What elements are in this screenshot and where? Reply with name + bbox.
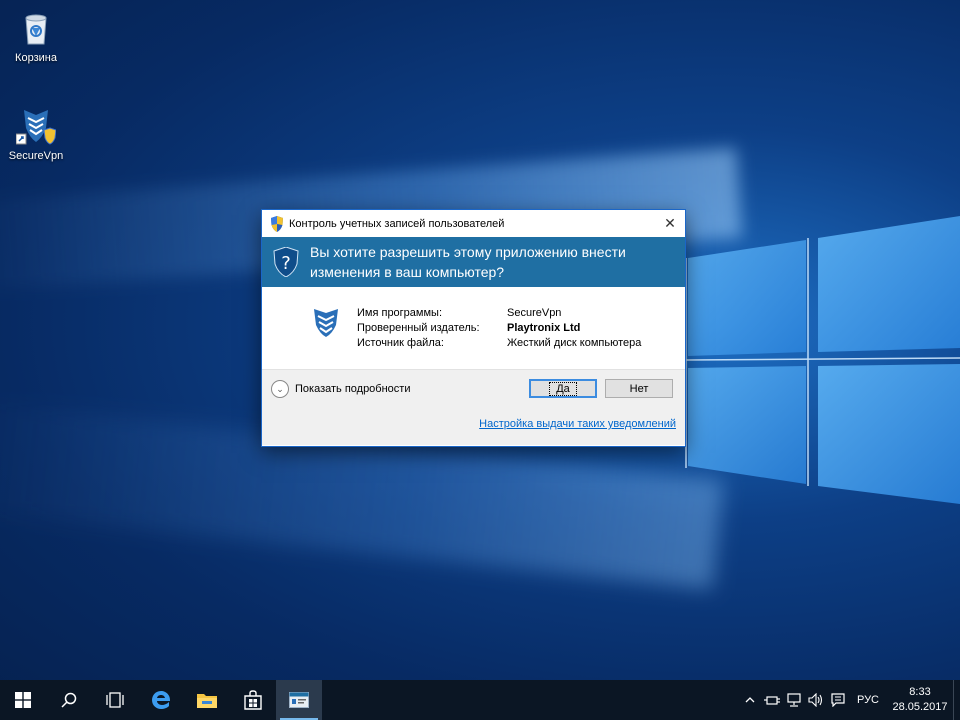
tray-power-button[interactable] [761, 680, 783, 720]
uac-window-button[interactable] [276, 680, 322, 720]
uac-shield-icon [271, 215, 283, 232]
edge-icon [152, 691, 171, 709]
no-button[interactable]: Нет [605, 379, 673, 398]
uac-dialog: Контроль учетных записей пользователей ✕… [261, 209, 686, 447]
search-button[interactable] [46, 680, 92, 720]
desktop-icon-label: Корзина [15, 52, 57, 64]
close-button[interactable]: ✕ [655, 210, 685, 237]
speaker-icon [808, 693, 823, 707]
desktop-icon-label: SecureVpn [8, 150, 64, 162]
clock-date: 28.05.2017 [892, 701, 948, 713]
dialog-titlebar: Контроль учетных записей пользователей ✕ [262, 210, 685, 237]
close-icon: ✕ [664, 215, 676, 232]
task-view-icon [106, 692, 124, 708]
action-center-icon [831, 693, 845, 707]
securevpn-app-icon [314, 309, 338, 337]
desktop-icon-recycle-bin[interactable]: Корзина [0, 8, 72, 64]
yes-button[interactable]: Да [529, 379, 597, 398]
show-desktop-button[interactable] [953, 680, 960, 720]
edge-button[interactable] [138, 680, 184, 720]
file-explorer-button[interactable] [184, 680, 230, 720]
tray-network-button[interactable] [783, 680, 805, 720]
question-shield-icon: ? [273, 247, 299, 277]
detail-key: Проверенный издатель: [357, 322, 480, 334]
uac-window-icon [289, 692, 309, 708]
power-plug-icon [763, 696, 780, 705]
desktop-icon-securevpn[interactable]: SecureVpn [0, 106, 72, 162]
input-language-indicator[interactable]: РУС [849, 694, 887, 706]
no-button-label: Нет [629, 382, 649, 395]
clock-time: 8:33 [909, 686, 931, 698]
dialog-actions: ⌄ Показать подробности Да Нет [262, 370, 685, 408]
detail-key: Имя программы: [357, 307, 443, 319]
dialog-title: Контроль учетных записей пользователей [289, 217, 505, 230]
detail-row: Проверенный издатель: Playtronix Ltd [357, 322, 641, 337]
show-hidden-icons-button[interactable] [739, 680, 761, 720]
taskbar: РУС 8:33 28.05.2017 [0, 680, 960, 720]
start-icon [15, 692, 31, 708]
tray-volume-button[interactable] [805, 680, 827, 720]
chevron-down-icon: ⌄ [271, 380, 289, 398]
program-details: Имя программы: SecureVpn Проверенный изд… [357, 307, 641, 352]
dialog-body: Имя программы: SecureVpn Проверенный изд… [262, 287, 685, 370]
detail-value: SecureVpn [507, 307, 562, 319]
securevpn-shortcut-icon [15, 106, 57, 146]
show-details-toggle[interactable]: ⌄ Показать подробности [271, 380, 410, 398]
task-view-button[interactable] [92, 680, 138, 720]
chevron-up-icon [745, 697, 755, 703]
show-details-label: Показать подробности [295, 383, 411, 395]
notification-settings-link[interactable]: Настройка выдачи таких уведомлений [479, 418, 676, 430]
system-tray: РУС 8:33 28.05.2017 [739, 680, 960, 720]
search-icon [61, 692, 77, 708]
dialog-question: Вы хотите разрешить этому приложению вне… [310, 244, 626, 280]
tray-action-center-button[interactable] [827, 680, 849, 720]
start-button[interactable] [0, 680, 46, 720]
clock[interactable]: 8:33 28.05.2017 [887, 685, 953, 715]
store-button[interactable] [230, 680, 276, 720]
dialog-header: ? Вы хотите разрешить этому приложению в… [262, 237, 685, 287]
detail-row: Имя программы: SecureVpn [357, 307, 641, 322]
svg-text:?: ? [281, 253, 291, 274]
detail-value: Жесткий диск компьютера [507, 337, 642, 349]
yes-button-label: Да [549, 381, 577, 396]
detail-row: Источник файла: Жесткий диск компьютера [357, 337, 641, 352]
detail-key: Источник файла: [357, 337, 444, 349]
dialog-footer: Настройка выдачи таких уведомлений [262, 408, 685, 445]
file-explorer-icon [197, 694, 217, 708]
detail-value: Playtronix Ltd [507, 322, 581, 334]
recycle-bin-icon [16, 8, 56, 48]
store-icon [244, 690, 262, 710]
network-icon [787, 693, 801, 707]
